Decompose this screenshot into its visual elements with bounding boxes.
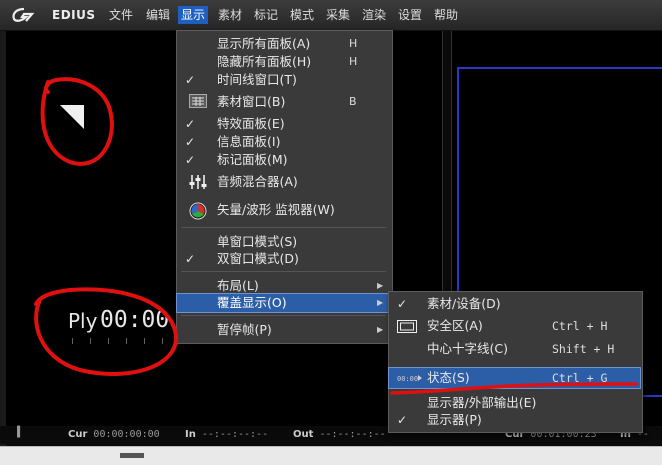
submenu-item-safe-area[interactable]: 安全区(A) Ctrl + H (389, 316, 640, 336)
menu-edit[interactable]: 编辑 (143, 6, 173, 24)
check-icon: ✓ (185, 73, 196, 87)
menu-file[interactable]: 文件 (106, 6, 136, 24)
status-icon: 00:00 (397, 375, 422, 383)
in-timecode: --:--:--:-- (201, 429, 269, 440)
timeline-marker-icon: ▐ (14, 427, 21, 438)
check-icon: ✓ (185, 135, 196, 149)
menu-mode[interactable]: 模式 (287, 6, 317, 24)
menu-marker[interactable]: 标记 (251, 6, 281, 24)
submenu-arrow-icon: ▶ (377, 298, 384, 307)
submenu-arrow-icon: ▶ (377, 281, 384, 290)
in-label: In (185, 429, 196, 440)
svg-text:00:00: 00:00 (397, 375, 418, 383)
menu-item-show-all-panels[interactable]: 显示所有面板(A) H (177, 35, 390, 53)
submenu-item-center-cross[interactable]: 中心十字线(C) Shift + H (389, 339, 640, 359)
play-status-icon (60, 105, 84, 129)
menu-item-dual-window-mode[interactable]: ✓ 双窗口模式(D) (177, 250, 390, 268)
safe-area-icon (397, 320, 417, 333)
timeline-strip (0, 446, 662, 465)
menu-item-single-window-mode[interactable]: 单窗口模式(S) (177, 233, 390, 251)
vectorscope-icon (189, 202, 207, 220)
menu-settings[interactable]: 设置 (395, 6, 425, 24)
check-icon: ✓ (185, 252, 196, 266)
submenu-arrow-icon: ▶ (377, 325, 384, 334)
out-label: Out (293, 429, 314, 440)
menu-view[interactable]: 显示 (178, 6, 209, 24)
check-icon: ✓ (397, 297, 408, 311)
player-timecode: 00:00 (100, 307, 170, 333)
check-icon: ✓ (185, 117, 196, 131)
menu-clip[interactable]: 素材 (215, 6, 245, 24)
app-brand: EDIUS (52, 8, 96, 22)
menu-item-audio-mixer[interactable]: 音频混合器(A) (177, 173, 390, 191)
timeline-handle[interactable] (120, 453, 144, 458)
submenu-item-monitor[interactable]: ✓ 显示器(P) (389, 410, 640, 430)
cur-label: Cur (68, 429, 88, 440)
menu-item-marker-panel[interactable]: ✓ 标记面板(M) (177, 151, 390, 169)
menu-separator (181, 227, 386, 228)
menu-item-vectorscope[interactable]: 矢量/波形 监视器(W) (177, 201, 390, 220)
menu-item-layout[interactable]: 布局(L) ▶ (177, 277, 390, 295)
menu-item-info-panel[interactable]: ✓ 信息面板(I) (177, 133, 390, 151)
menu-item-effect-panel[interactable]: ✓ 特效面板(E) (177, 115, 390, 133)
submenu-item-clip-device[interactable]: ✓ 素材/设备(D) (389, 294, 640, 314)
edius-logo-icon (12, 7, 35, 22)
submenu-item-status[interactable]: 00:00 状态(S) Ctrl + G (388, 367, 641, 389)
menu-render[interactable]: 渲染 (359, 6, 389, 24)
menu-item-hide-all-panels[interactable]: 隐藏所有面板(H) H (177, 53, 390, 71)
menu-help[interactable]: 帮助 (431, 6, 461, 24)
menu-item-overlay[interactable]: 覆盖显示(O) ▶ (176, 293, 391, 313)
player-mode-label: Ply (68, 309, 98, 333)
menu-separator (181, 271, 386, 272)
menu-item-freeze-frame[interactable]: 暂停帧(P) ▶ (177, 321, 390, 339)
menu-capture[interactable]: 采集 (323, 6, 353, 24)
menu-separator (181, 315, 386, 316)
bin-window-icon (189, 94, 207, 108)
cur-timecode: 00:00:00:00 (93, 429, 160, 440)
audio-mixer-icon (189, 175, 207, 189)
check-icon: ✓ (397, 413, 408, 427)
overlay-submenu: ✓ 素材/设备(D) 安全区(A) Ctrl + H 中心十字线(C) Shif… (388, 291, 643, 433)
menu-item-timeline-window[interactable]: ✓ 时间线窗口(T) (177, 71, 390, 89)
check-icon: ✓ (185, 153, 196, 167)
menu-item-bin-window[interactable]: 素材窗口(B) B (177, 93, 390, 111)
view-menu-dropdown: 显示所有面板(A) H 隐藏所有面板(H) H ✓ 时间线窗口(T) 素材窗口(… (176, 30, 393, 344)
menu-bar: EDIUS 文件 编辑 显示 素材 标记 模式 采集 渲染 设置 帮助 (0, 0, 662, 31)
out-timecode: --:--:--:-- (319, 429, 386, 440)
